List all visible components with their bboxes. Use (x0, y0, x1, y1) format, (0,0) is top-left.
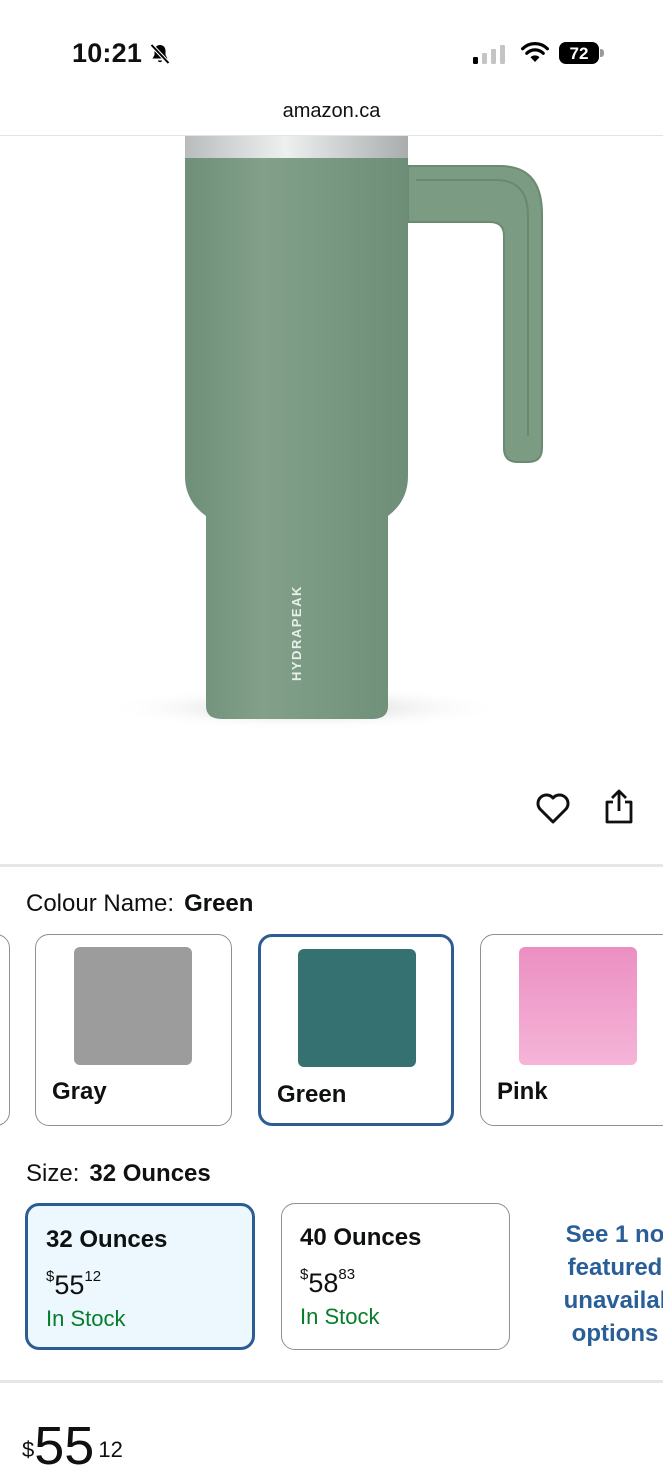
colour-name-label: Colour Name: Green (26, 890, 254, 917)
size-option-name: 32 Ounces (46, 1226, 168, 1253)
battery-icon: 72 (559, 42, 605, 64)
address-bar-url[interactable]: amazon.ca (0, 100, 663, 123)
swatch-card-gray[interactable]: Gray (35, 934, 232, 1126)
size-option-price: $5883 (300, 1266, 356, 1298)
wifi-icon (521, 42, 549, 62)
size-option-price: $5512 (46, 1268, 102, 1300)
swatch-label-pink: Pink (497, 1078, 548, 1105)
status-time: 10:21 (72, 38, 143, 68)
silent-mode-icon (150, 43, 170, 65)
section-divider (0, 1380, 663, 1383)
size-label: Size: 32 Ounces (26, 1160, 211, 1187)
size-option-32oz[interactable]: 32 Ounces $5512 In Stock (25, 1203, 255, 1350)
product-brand-text: HYDRAPEAK (289, 585, 304, 681)
product-price: $55 12 (22, 1416, 123, 1476)
size-option-40oz[interactable]: 40 Ounces $5883 In Stock (281, 1203, 510, 1350)
share-icon[interactable] (602, 788, 636, 826)
size-option-stock: In Stock (300, 1304, 380, 1329)
heart-icon[interactable] (534, 790, 572, 826)
swatch-card-partial[interactable] (0, 934, 10, 1126)
see-unavailable-options-link[interactable]: See 1 no featured unavailal options (540, 1218, 663, 1350)
product-image[interactable]: HYDRAPEAK (0, 136, 663, 766)
swatch-card-pink[interactable]: Pink (480, 934, 663, 1126)
battery-level: 72 (569, 44, 589, 63)
section-divider (0, 864, 663, 867)
swatch-image-gray (74, 947, 192, 1065)
selected-size: 32 Ounces (89, 1160, 211, 1187)
cellular-signal-icon (473, 45, 505, 64)
swatch-label-green: Green (277, 1081, 347, 1108)
swatch-image-green (298, 949, 416, 1067)
swatch-image-pink (519, 947, 637, 1065)
selected-colour: Green (184, 890, 254, 917)
swatch-label-gray: Gray (52, 1078, 107, 1105)
size-option-stock: In Stock (46, 1306, 126, 1331)
swatch-card-green[interactable]: Green (258, 934, 454, 1126)
size-option-name: 40 Ounces (300, 1224, 422, 1251)
